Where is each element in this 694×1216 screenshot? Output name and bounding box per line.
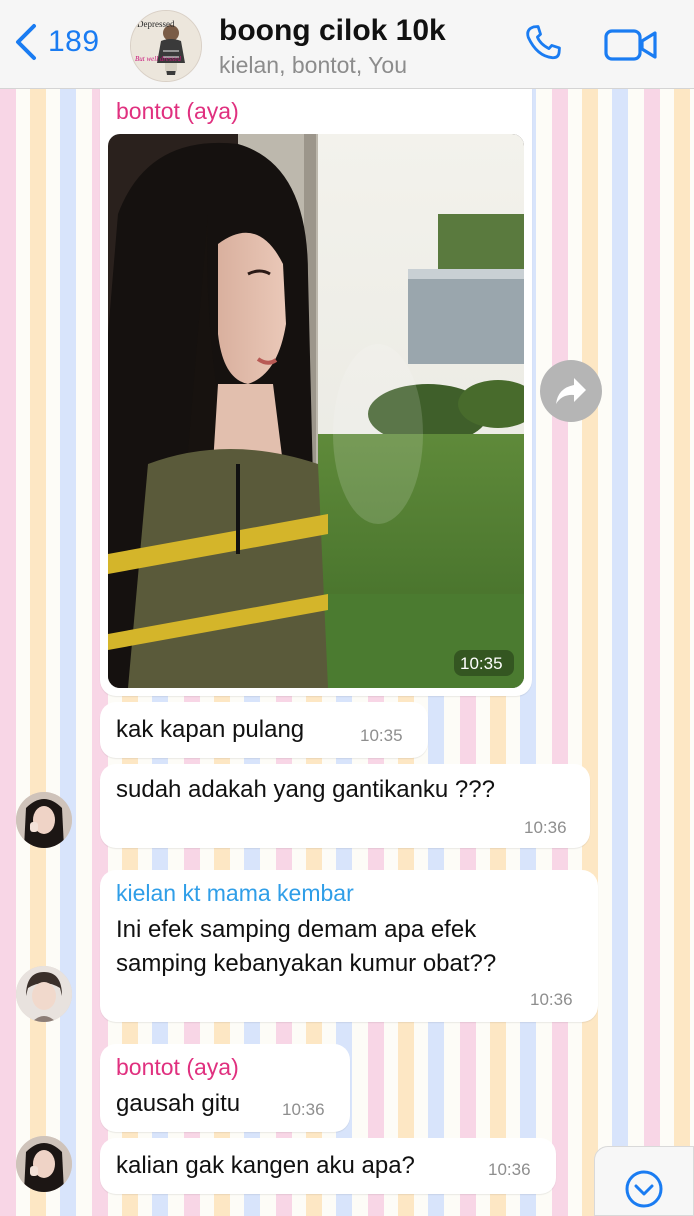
photo[interactable]: 10:35 (108, 134, 524, 688)
message-text: kalian gak kangen aku apa? (116, 1152, 415, 1179)
message-bubble[interactable]: kalian gak kangen aku apa? 10:36 (100, 1138, 556, 1194)
call-button[interactable] (522, 22, 564, 69)
avatar-image (16, 1136, 72, 1192)
message-text: kak kapan pulang (116, 716, 305, 743)
forward-arrow-icon (556, 378, 586, 404)
message-time: 10:36 (524, 818, 567, 837)
sender-name[interactable]: kielan kt mama kembar (116, 880, 354, 907)
message-text: gausah gitu (116, 1090, 241, 1117)
phone-icon (526, 25, 561, 60)
message-time: 10:35 (360, 726, 403, 745)
photo-image: 10:35 (108, 134, 524, 688)
sender-avatar[interactable] (16, 1136, 72, 1192)
message-bubble[interactable]: sudah adakah yang gantikanku ??? 10:36 (100, 764, 590, 848)
sender-name[interactable]: bontot (aya) (116, 98, 239, 125)
avatar-image (16, 792, 72, 848)
message-bubble[interactable]: kak kapan pulang 10:35 (100, 702, 428, 758)
message-time: 10:36 (282, 1100, 325, 1119)
unread-count: 189 (48, 25, 100, 58)
back-button[interactable]: 189 (14, 22, 100, 62)
message-time: 10:36 (530, 990, 573, 1009)
forward-button[interactable] (540, 360, 602, 422)
svg-text:But well dressed: But well dressed (135, 55, 182, 63)
chat-participants: kielan, bontot, You (219, 52, 407, 78)
sender-name[interactable]: bontot (aya) (116, 1054, 239, 1081)
sender-avatar[interactable] (16, 966, 72, 1022)
message-time: 10:36 (488, 1160, 531, 1179)
message-bubble[interactable]: kielan kt mama kembar Ini efek samping d… (100, 870, 598, 1022)
group-avatar[interactable]: Depressed But well dressed (130, 10, 202, 82)
message-text-line2: samping kebanyakan kumur obat?? (116, 950, 497, 977)
scroll-to-bottom-button[interactable] (594, 1146, 694, 1216)
sender-avatar[interactable] (16, 792, 72, 848)
chat-header: 189 Depressed But well dressed boong cil… (0, 0, 694, 89)
svg-text:10:35: 10:35 (460, 654, 503, 673)
chevron-left-icon (16, 24, 36, 60)
video-call-button[interactable] (604, 28, 658, 67)
message-text-line1: Ini efek samping demam apa efek (116, 916, 477, 943)
video-camera-icon (604, 29, 657, 61)
chevron-down-circle-icon (625, 1170, 663, 1208)
svg-text:Depressed: Depressed (137, 19, 175, 29)
message-text: sudah adakah yang gantikanku ??? (116, 776, 495, 803)
message-bubble[interactable]: bontot (aya) gausah gitu 10:36 (100, 1044, 350, 1132)
chat-title[interactable]: boong cilok 10k (219, 14, 446, 48)
avatar-image (16, 966, 72, 1022)
group-avatar-image: Depressed But well dressed (131, 11, 201, 81)
